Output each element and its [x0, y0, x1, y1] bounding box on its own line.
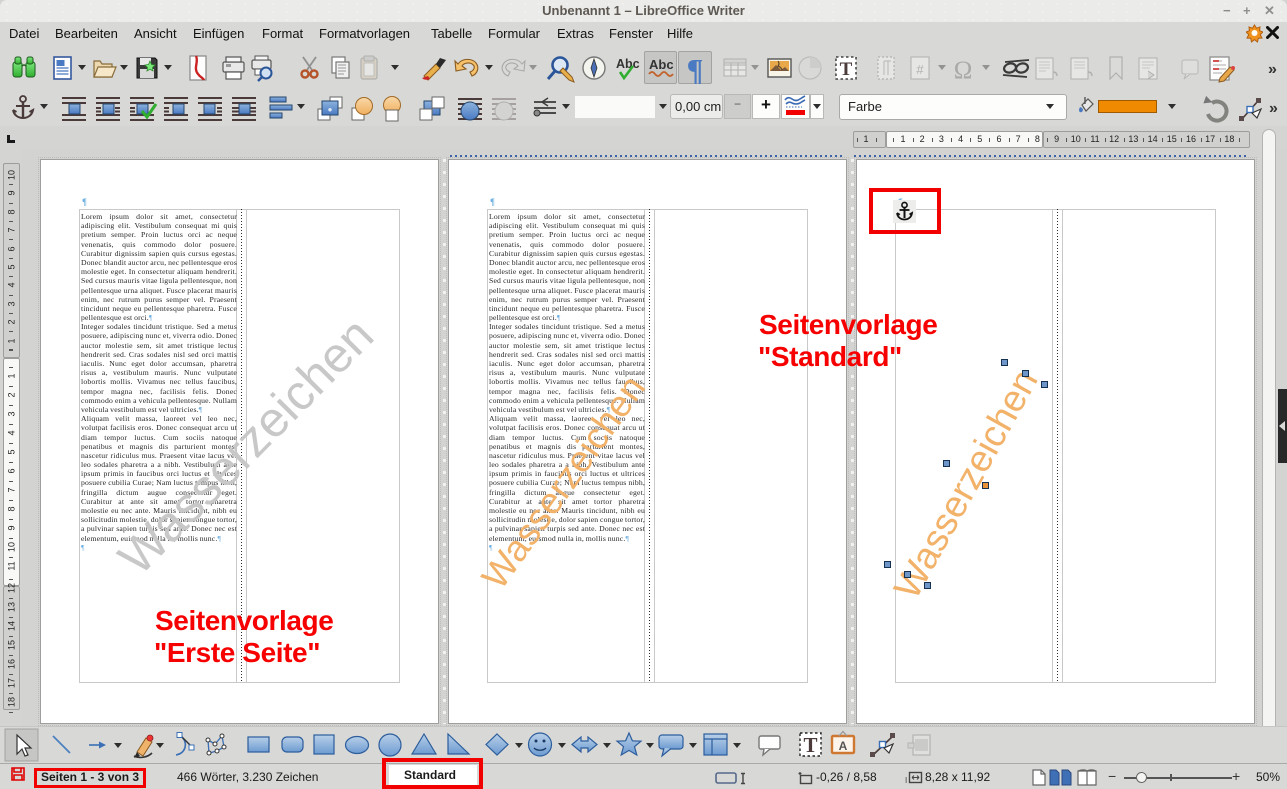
svg-text:T: T: [803, 733, 817, 757]
svg-text:T: T: [840, 59, 853, 80]
svg-text:»: »: [1268, 61, 1277, 78]
svg-text:Ω: Ω: [954, 57, 973, 84]
svg-text:Abc: Abc: [649, 57, 674, 72]
svg-text:A: A: [839, 739, 848, 753]
svg-text:¶: ¶: [687, 52, 704, 87]
svg-text:»: »: [1269, 100, 1278, 117]
svg-text:●: ●: [328, 105, 333, 114]
svg-text:I: I: [905, 776, 907, 785]
svg-text:#: #: [916, 62, 924, 77]
